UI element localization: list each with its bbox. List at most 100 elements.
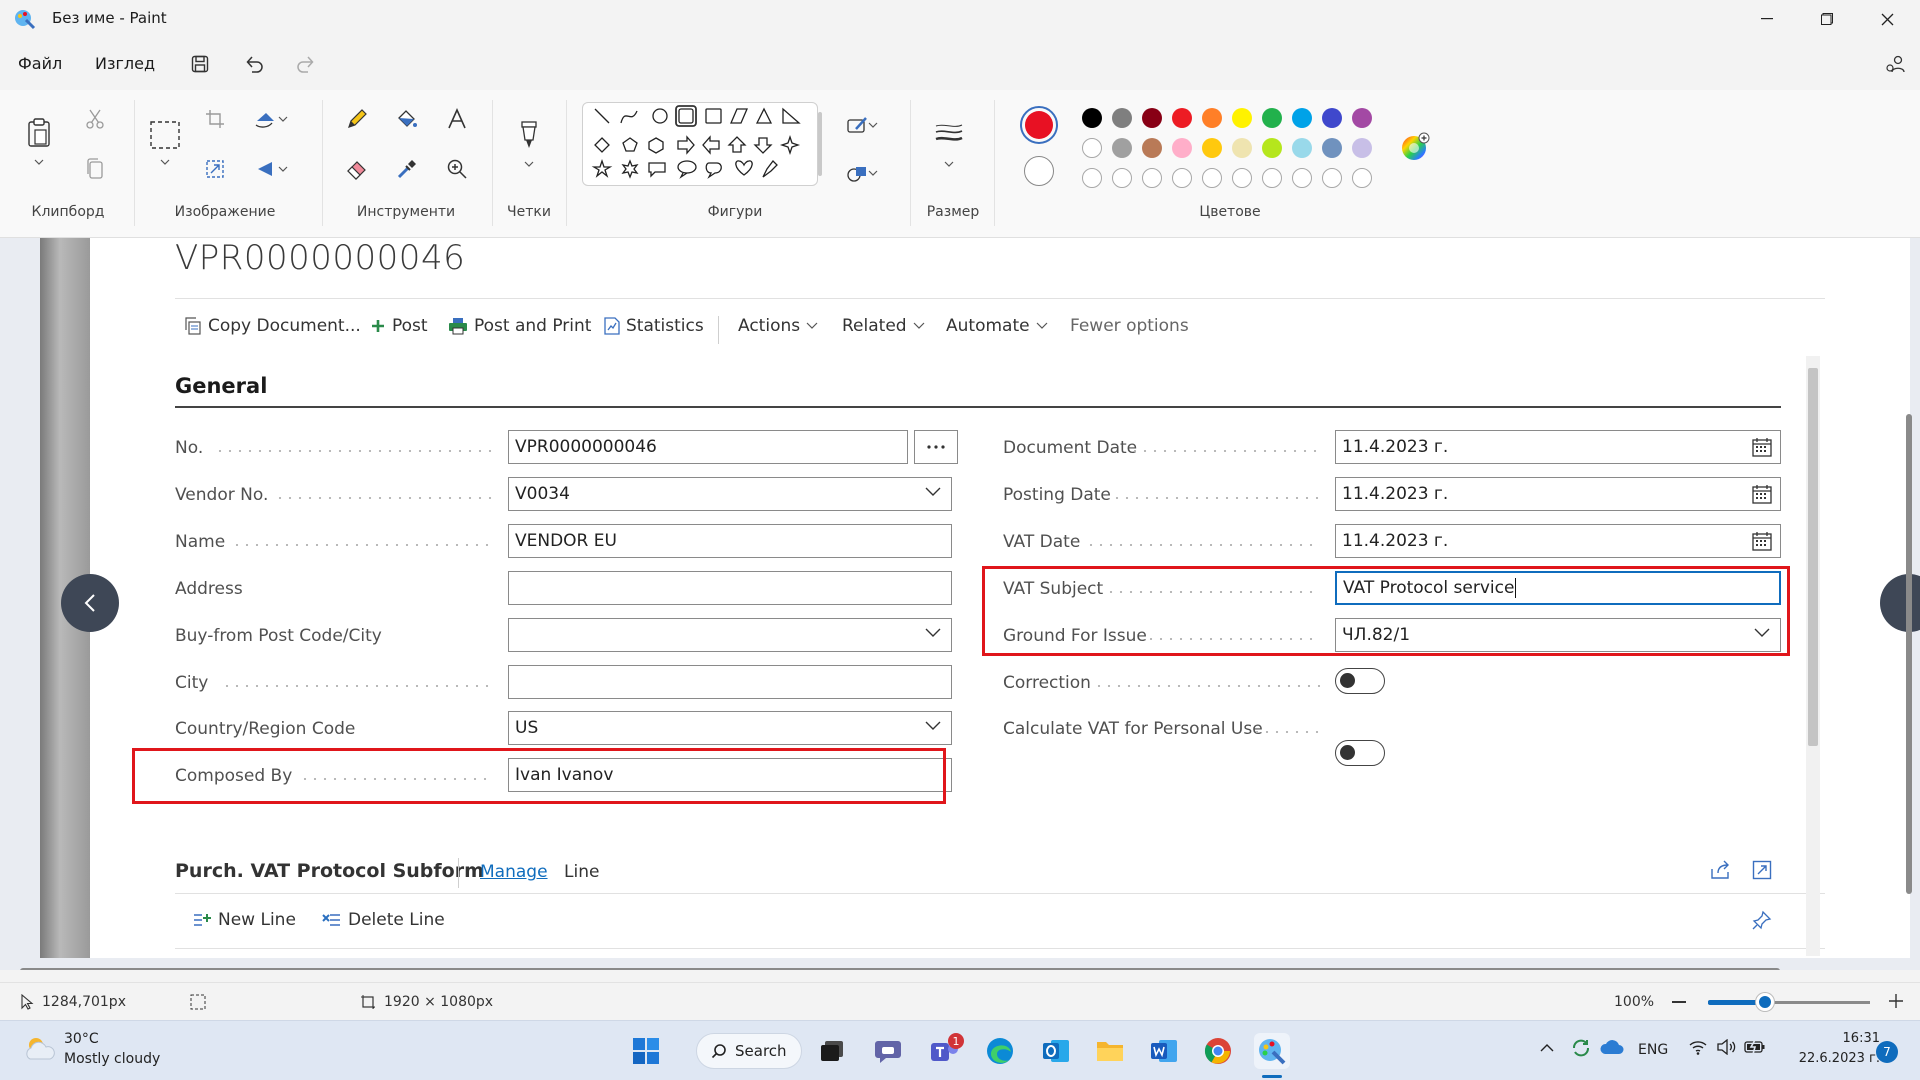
palette-color-swatch[interactable] [1232, 108, 1252, 128]
sync-icon[interactable] [1570, 1037, 1592, 1059]
palette-color-swatch[interactable] [1082, 138, 1102, 158]
palette-color-swatch[interactable] [1262, 168, 1282, 188]
cloud-icon[interactable] [1600, 1038, 1624, 1056]
post-action[interactable]: Post [370, 316, 428, 336]
name-field[interactable]: VENDOR EU [508, 524, 952, 558]
canvas-horizontal-scrollbar[interactable] [20, 968, 1780, 970]
eraser-icon[interactable] [342, 154, 372, 184]
close-button[interactable] [1858, 0, 1916, 38]
paint-taskbar-icon[interactable] [1254, 1033, 1290, 1069]
cut-icon[interactable] [80, 104, 110, 134]
rotate-dropdown-chevron-icon[interactable] [276, 104, 290, 134]
start-windows-icon[interactable] [628, 1033, 664, 1069]
palette-color-swatch[interactable] [1172, 138, 1192, 158]
palette-color-swatch[interactable] [1202, 108, 1222, 128]
paste-icon[interactable] [24, 118, 54, 148]
select-dropdown-chevron-icon[interactable] [150, 154, 180, 170]
palette-color-swatch[interactable] [1142, 168, 1162, 188]
post-and-print-action[interactable]: Post and Print [448, 316, 591, 336]
task-view-icon[interactable] [814, 1033, 850, 1069]
account-settings-icon[interactable] [1882, 51, 1908, 77]
color-picker-icon[interactable] [392, 154, 422, 184]
flip-dropdown-chevron-icon[interactable] [276, 154, 290, 184]
delete-line-action[interactable]: Delete Line [322, 910, 445, 930]
zoom-slider-knob[interactable] [1756, 993, 1774, 1011]
tab-manage[interactable]: Manage [480, 862, 548, 882]
automate-menu[interactable]: Automate [946, 316, 1048, 336]
previous-page-button[interactable] [61, 574, 119, 632]
copy-icon[interactable] [80, 154, 110, 184]
brush-icon[interactable] [514, 120, 544, 150]
paste-dropdown-chevron-icon[interactable] [24, 154, 54, 170]
battery-charging-icon[interactable] [1744, 1039, 1766, 1055]
no-assist-button[interactable] [914, 430, 958, 464]
palette-color-swatch[interactable] [1082, 168, 1102, 188]
chrome-browser-icon[interactable] [1200, 1033, 1236, 1069]
volume-icon[interactable] [1716, 1039, 1736, 1055]
redo-icon[interactable] [292, 51, 318, 77]
palette-color-swatch[interactable] [1112, 108, 1132, 128]
maximize-button[interactable] [1798, 0, 1856, 38]
palette-color-swatch[interactable] [1322, 138, 1342, 158]
menu-file[interactable]: Файл [18, 54, 62, 73]
expand-icon[interactable] [1752, 860, 1772, 880]
undo-icon[interactable] [242, 51, 268, 77]
palette-color-swatch[interactable] [1142, 108, 1162, 128]
palette-color-swatch[interactable] [1292, 138, 1312, 158]
palette-color-swatch[interactable] [1172, 168, 1192, 188]
palette-color-swatch[interactable] [1202, 168, 1222, 188]
vat-date-field[interactable]: 11.4.2023 г. [1335, 524, 1781, 558]
zoom-in-icon[interactable] [1888, 993, 1904, 1009]
teams-chat-icon[interactable] [870, 1033, 906, 1069]
correction-toggle[interactable] [1335, 668, 1385, 694]
resize-icon[interactable] [200, 154, 230, 184]
fewer-options-link[interactable]: Fewer options [1070, 316, 1189, 336]
outline-dropdown-chevron-icon[interactable] [866, 110, 880, 140]
select-rectangle-icon[interactable] [150, 120, 180, 150]
palette-color-swatch[interactable] [1352, 108, 1372, 128]
country-region-field[interactable]: US [508, 711, 952, 745]
fill-bucket-icon[interactable] [392, 104, 422, 134]
taskbar-search-box[interactable]: Search [696, 1033, 802, 1069]
brush-dropdown-chevron-icon[interactable] [514, 156, 544, 172]
palette-color-swatch[interactable] [1322, 108, 1342, 128]
post-code-city-field[interactable] [508, 618, 952, 652]
calc-vat-personal-toggle[interactable] [1335, 740, 1385, 766]
palette-color-swatch[interactable] [1172, 108, 1192, 128]
size-dropdown-chevron-icon[interactable] [934, 156, 964, 172]
statistics-action[interactable]: Statistics [604, 316, 704, 336]
shapes-gallery[interactable] [582, 102, 818, 186]
document-date-field[interactable]: 11.4.2023 г. [1335, 430, 1781, 464]
palette-color-swatch[interactable] [1262, 138, 1282, 158]
canvas-vertical-scrollbar[interactable] [1906, 414, 1912, 894]
fill-dropdown-chevron-icon[interactable] [866, 158, 880, 188]
pin-icon[interactable] [1752, 910, 1772, 930]
chevron-up-icon[interactable] [1540, 1043, 1554, 1052]
file-explorer-icon[interactable] [1092, 1033, 1128, 1069]
copy-document-action[interactable]: Copy Document... [184, 316, 361, 336]
save-icon[interactable] [187, 51, 213, 77]
text-tool-icon[interactable] [442, 104, 472, 134]
outlook-icon[interactable] [1038, 1033, 1074, 1069]
wifi-icon[interactable] [1688, 1039, 1708, 1055]
pencil-icon[interactable] [342, 104, 372, 134]
clock-date[interactable]: 22.6.2023 г. [1770, 1051, 1880, 1066]
menu-view[interactable]: Изглед [95, 54, 155, 73]
word-icon[interactable] [1146, 1033, 1182, 1069]
palette-color-swatch[interactable] [1232, 168, 1252, 188]
edge-browser-icon[interactable] [982, 1033, 1018, 1069]
notification-count-badge[interactable]: 7 [1876, 1041, 1898, 1063]
magnifier-icon[interactable] [442, 154, 472, 184]
palette-color-swatch[interactable] [1292, 168, 1312, 188]
palette-color-swatch[interactable] [1292, 108, 1312, 128]
palette-color-swatch[interactable] [1082, 108, 1102, 128]
vendor-no-field[interactable]: V0034 [508, 477, 952, 511]
edit-colors-icon[interactable] [1400, 132, 1430, 162]
palette-color-swatch[interactable] [1202, 138, 1222, 158]
no-field[interactable]: VPR0000000046 [508, 430, 908, 464]
share-icon[interactable] [1710, 860, 1732, 880]
address-field[interactable] [508, 571, 952, 605]
stroke-size-icon[interactable] [934, 118, 964, 148]
crop-icon[interactable] [200, 104, 230, 134]
minimize-button[interactable] [1738, 0, 1796, 38]
